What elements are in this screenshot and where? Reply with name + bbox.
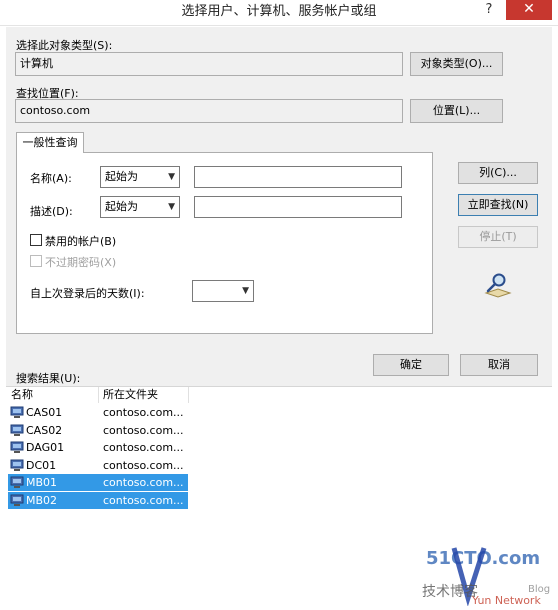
description-input[interactable] (194, 196, 402, 218)
name-label: 名称(A): (30, 172, 72, 185)
result-folder: contoso.com... (103, 406, 184, 419)
object-types-button[interactable]: 对象类型(O)... (410, 52, 503, 76)
non-expiring-password-label: 不过期密码(X) (45, 256, 117, 269)
name-input[interactable] (194, 166, 402, 188)
column-header-name[interactable]: 名称 (7, 387, 99, 403)
search-binoculars-icon (482, 271, 514, 299)
object-type-field: 计算机 (15, 52, 403, 76)
tab-general-query[interactable]: 一般性查询 (16, 132, 84, 153)
non-expiring-password-checkbox[interactable] (30, 255, 42, 267)
result-name: CAS02 (26, 423, 63, 437)
chevron-down-icon: ▼ (168, 172, 175, 182)
list-item[interactable]: MB01 contoso.com... (8, 474, 188, 491)
columns-button[interactable]: 列(C)... (458, 162, 538, 184)
computer-icon (10, 441, 24, 453)
list-item[interactable]: CAS01 contoso.com... (8, 404, 188, 421)
help-button[interactable]: ? (474, 0, 504, 20)
result-folder: contoso.com... (103, 458, 184, 472)
name-match-value: 起始为 (105, 170, 138, 183)
chevron-down-icon: ▼ (242, 286, 249, 296)
list-item[interactable]: CAS02 contoso.com... (8, 422, 188, 439)
result-folder: contoso.com... (103, 441, 184, 454)
result-folder: contoso.com... (103, 423, 184, 437)
result-name: DC01 (26, 458, 57, 472)
chevron-down-icon: ▼ (168, 202, 175, 212)
computer-icon (10, 406, 24, 418)
column-header-folder[interactable]: 所在文件夹 (99, 387, 189, 403)
disabled-accounts-label: 禁用的帐户(B) (45, 235, 117, 248)
locations-button[interactable]: 位置(L)... (410, 99, 503, 123)
description-label: 描述(D): (30, 205, 73, 218)
computer-icon (10, 424, 24, 436)
object-type-label: 选择此对象类型(S): (16, 39, 113, 52)
result-name: DAG01 (26, 441, 65, 454)
location-field: contoso.com (15, 99, 403, 123)
close-button[interactable]: ✕ (506, 0, 552, 20)
svg-text:技术博客: 技术博客 (422, 583, 478, 600)
ok-button[interactable]: 确定 (373, 354, 449, 376)
window-border-right (552, 0, 558, 610)
stop-button[interactable]: 停止(T) (458, 226, 538, 248)
description-match-value: 起始为 (105, 200, 138, 213)
computer-icon (10, 459, 24, 471)
result-name: MB02 (26, 493, 58, 507)
computer-icon (10, 494, 24, 506)
list-item[interactable]: DAG01 contoso.com... (8, 439, 188, 456)
name-match-dropdown[interactable]: 起始为 ▼ (100, 166, 180, 188)
description-match-dropdown[interactable]: 起始为 ▼ (100, 196, 180, 218)
find-now-button[interactable]: 立即查找(N) (458, 194, 538, 216)
result-name: CAS01 (26, 406, 63, 419)
days-since-logon-label: 自上次登录后的天数(I): (30, 287, 145, 300)
cancel-button[interactable]: 取消 (460, 354, 538, 376)
svg-text:Yun Network: Yun Network (471, 594, 541, 606)
list-item[interactable]: MB02 contoso.com... (8, 491, 188, 509)
result-name: MB01 (26, 476, 58, 489)
result-folder: contoso.com... (103, 493, 184, 507)
watermark-logo: 51CTO.com 技术博客 Blog Yun Network (420, 540, 556, 607)
disabled-accounts-checkbox[interactable] (30, 234, 42, 246)
result-folder: contoso.com... (103, 476, 184, 489)
days-since-logon-dropdown[interactable]: ▼ (192, 280, 254, 302)
search-results-label: 搜索结果(U): (16, 372, 81, 385)
computer-icon (10, 476, 24, 488)
list-item[interactable]: DC01 contoso.com... (8, 457, 188, 474)
